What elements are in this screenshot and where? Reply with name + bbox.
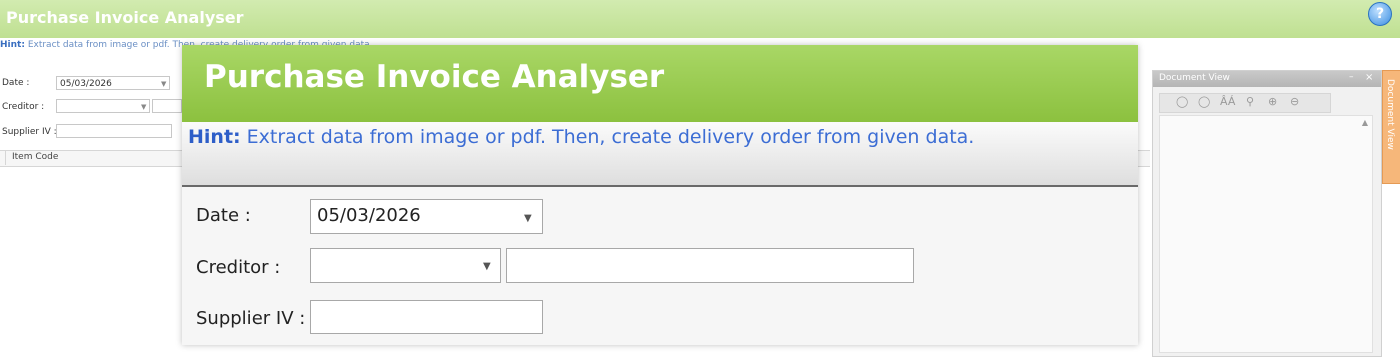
title-bar: Purchase Invoice Analyser ? [0,0,1400,38]
creditor-field[interactable] [56,99,150,113]
zoom-creditor-name-field[interactable] [506,248,914,283]
zoom-creditor-label: Creditor : [196,257,281,278]
zoom-hint: Hint: Extract data from image or pdf. Th… [188,126,974,148]
zoom-out-icon[interactable]: ⊖ [1290,95,1299,108]
zoom-hint-label: Hint: [188,126,241,148]
document-view-toolbar: ◯ ◯ ÂÁ ⚲ ⊕ ⊖ [1159,93,1331,113]
document-view-side-tab[interactable]: Document View [1382,70,1400,184]
zoom-creditor-dropdown-icon[interactable]: ▼ [483,261,491,272]
document-view-panel: Document View – × ◯ ◯ ÂÁ ⚲ ⊕ ⊖ ▲ [1152,70,1382,357]
zoom-supplier-iv-field[interactable] [310,300,543,334]
rotate-left-icon[interactable]: ◯ [1176,95,1188,108]
document-view-title: Document View [1159,73,1230,83]
supplier-iv-label: Supplier IV : [2,127,57,137]
supplier-iv-field[interactable] [56,124,172,138]
date-field[interactable]: 05/03/2026 [56,76,170,90]
zoom-supplier-iv-label: Supplier IV : [196,308,306,329]
zoom-hint-bar: Hint: Extract data from image or pdf. Th… [182,122,1138,187]
zoom-hint-text: Extract data from image or pdf. Then, cr… [246,126,975,148]
zoomed-form-panel: Purchase Invoice Analyser Hint: Extract … [182,45,1138,345]
grid-divider [5,150,6,165]
zoom-header: Purchase Invoice Analyser [182,45,1138,122]
zoom-title: Purchase Invoice Analyser [204,59,665,95]
minimize-icon[interactable]: – [1349,72,1354,82]
rotate-right-icon[interactable]: ◯ [1198,95,1210,108]
zoom-icon[interactable]: ⚲ [1246,95,1254,108]
date-dropdown-icon[interactable]: ▼ [161,80,166,88]
document-view-canvas[interactable]: ▲ [1159,115,1373,353]
hint-label: Hint: [0,40,25,50]
zoom-date-dropdown-icon[interactable]: ▼ [524,213,532,224]
app-title: Purchase Invoice Analyser [6,8,244,27]
grid-column-item-code[interactable]: Item Code [12,152,58,162]
creditor-name-field[interactable] [152,99,182,113]
help-icon[interactable]: ? [1368,2,1392,26]
close-icon[interactable]: × [1365,72,1373,83]
scroll-up-icon[interactable]: ▲ [1362,118,1368,127]
document-view-header: Document View – × [1153,71,1381,87]
creditor-label: Creditor : [2,102,45,112]
zoom-in-icon[interactable]: ⊕ [1268,95,1277,108]
side-tab-label: Document View [1385,79,1395,150]
zoom-date-label: Date : [196,205,251,226]
zoom-date-field[interactable]: 05/03/2026 [310,199,543,234]
zoom-creditor-field[interactable] [310,248,501,283]
date-label: Date : [2,78,30,88]
find-icon[interactable]: ÂÁ [1220,95,1235,108]
creditor-dropdown-icon[interactable]: ▼ [141,103,146,111]
